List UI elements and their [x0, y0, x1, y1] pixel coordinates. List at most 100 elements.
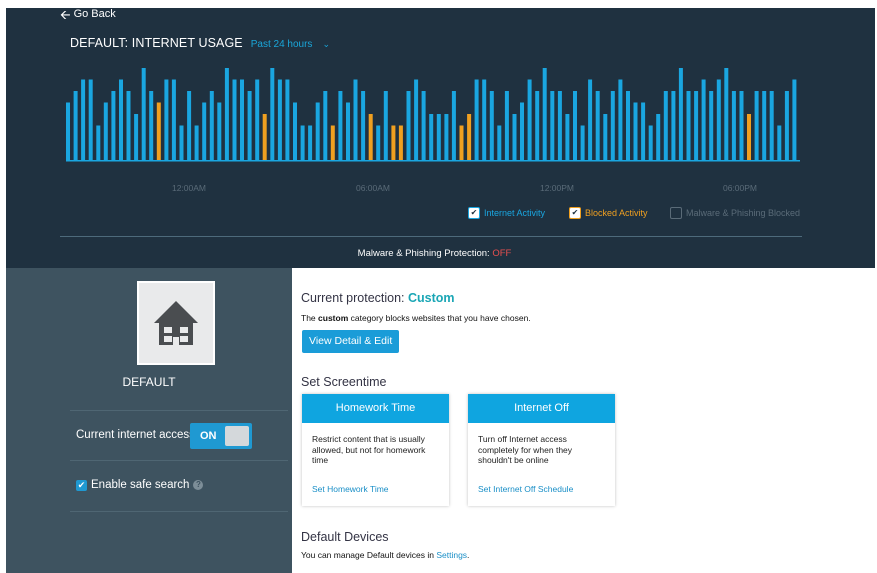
internet-activity-bar — [232, 79, 237, 160]
set-internet-off-schedule-link[interactable]: Set Internet Off Schedule — [478, 484, 573, 494]
internet-activity-bar — [535, 91, 540, 160]
protection-heading-label: Current protection: — [301, 291, 405, 305]
internet-activity-bar — [179, 125, 184, 160]
toggle-knob — [225, 426, 249, 446]
x-tick-label: 12:00PM — [539, 183, 575, 193]
internet-activity-bar — [656, 114, 661, 160]
internet-activity-bar — [164, 79, 169, 160]
internet-activity-bar — [308, 125, 313, 160]
desc-bold: custom — [318, 313, 349, 323]
help-icon[interactable]: ? — [193, 480, 204, 490]
malware-label: Malware & Phishing Protection: — [357, 248, 490, 259]
internet-activity-bar — [641, 102, 646, 160]
x-tick-label: 12:00AM — [171, 183, 207, 193]
x-tick-label: 06:00PM — [722, 183, 758, 193]
internet-activity-bar — [678, 68, 683, 160]
internet-activity-bar — [429, 114, 434, 160]
card-title: Internet Off — [468, 394, 615, 423]
internet-activity-bar — [520, 102, 524, 160]
internet-activity-bar — [414, 79, 419, 160]
safe-search-checkbox[interactable]: ✔ Enable safe search ? — [76, 479, 204, 491]
internet-activity-bar — [557, 91, 562, 160]
internet-off-card: Internet Off Turn off Internet access co… — [468, 394, 615, 506]
internet-activity-bar — [777, 125, 782, 160]
checkbox-checked-icon: ✔ — [76, 479, 87, 491]
internet-activity-bar — [648, 125, 653, 160]
legend-blocked-activity[interactable]: ✔ Blocked Activity — [569, 207, 648, 219]
internet-activity-bar — [792, 79, 797, 160]
internet-activity-bar — [96, 125, 101, 160]
malware-status-value: OFF — [492, 248, 512, 259]
checkbox-checked-icon: ✔ — [468, 207, 480, 219]
internet-activity-bar — [573, 91, 577, 160]
internet-activity-bar — [171, 79, 176, 160]
internet-activity-bar — [762, 91, 767, 160]
internet-activity-bar — [626, 91, 630, 160]
internet-activity-bar — [353, 79, 358, 160]
desc-text: . — [467, 550, 470, 560]
internet-activity-bar — [724, 68, 729, 160]
view-detail-edit-button[interactable]: View Detail & Edit — [302, 330, 400, 353]
internet-activity-bar — [663, 91, 668, 160]
avatar — [137, 281, 215, 365]
screentime-heading: Set Screentime — [301, 375, 387, 389]
blocked-activity-bar — [330, 125, 335, 160]
internet-activity-bar — [209, 91, 214, 160]
internet-activity-bar — [784, 91, 789, 160]
internet-activity-bar — [754, 91, 759, 160]
desc-text: You can manage Default devices in — [301, 550, 434, 560]
blocked-activity-bar — [747, 114, 751, 160]
checkbox-checked-icon: ✔ — [569, 207, 581, 219]
desc-text: The — [301, 313, 316, 323]
blocked-activity-bar — [262, 114, 267, 160]
internet-activity-bar — [315, 102, 320, 160]
internet-activity-bar — [134, 114, 139, 160]
internet-activity-bar — [550, 91, 555, 160]
settings-link[interactable]: Settings — [436, 550, 467, 560]
internet-activity-bar — [482, 79, 487, 160]
card-description: Restrict content that is usually allowed… — [312, 434, 426, 465]
legend-label: Blocked Activity — [585, 208, 648, 218]
internet-activity-bar — [217, 102, 222, 160]
internet-activity-bar — [436, 114, 441, 160]
internet-activity-bar — [512, 114, 517, 160]
access-label: Current internet access — [76, 429, 195, 441]
protection-description: The custom category blocks websites that… — [301, 313, 531, 323]
internet-activity-bar — [716, 79, 721, 160]
internet-activity-bar — [565, 114, 570, 160]
internet-activity-bar — [686, 91, 691, 160]
internet-activity-bar — [701, 79, 706, 160]
internet-activity-bar — [66, 102, 70, 160]
divider — [70, 410, 288, 411]
legend-malware-blocked[interactable]: Malware & Phishing Blocked — [670, 207, 800, 219]
internet-activity-bar — [739, 91, 744, 160]
internet-activity-bar — [103, 102, 108, 160]
internet-activity-bar — [580, 125, 585, 160]
internet-access-toggle[interactable]: ON — [190, 423, 252, 449]
checkbox-unchecked-icon — [670, 207, 682, 219]
set-homework-time-link[interactable]: Set Homework Time — [312, 484, 389, 494]
card-description: Turn off Internet access completely for … — [478, 434, 573, 465]
profile-name: DEFAULT — [122, 375, 176, 389]
internet-activity-bar — [187, 91, 192, 160]
internet-activity-bar — [141, 68, 146, 160]
internet-activity-bar — [769, 91, 774, 160]
blocked-activity-bar — [459, 125, 464, 160]
homework-time-card: Homework Time Restrict content that is u… — [302, 394, 449, 506]
x-tick-label: 06:00AM — [355, 183, 391, 193]
divider — [70, 511, 288, 512]
internet-activity-bar — [300, 125, 305, 160]
house-icon — [154, 301, 198, 345]
x-axis-line — [66, 160, 800, 162]
internet-activity-bar — [277, 79, 282, 160]
internet-activity-bar — [451, 91, 456, 160]
internet-activity-bar — [406, 91, 411, 160]
safe-search-label: Enable safe search — [91, 479, 190, 491]
card-title: Homework Time — [302, 394, 449, 423]
internet-activity-bar — [293, 102, 297, 160]
internet-activity-bar — [694, 91, 699, 160]
internet-activity-bar — [618, 79, 623, 160]
internet-activity-bar — [255, 79, 260, 160]
legend-internet-activity[interactable]: ✔ Internet Activity — [468, 207, 545, 219]
internet-activity-bar — [709, 91, 714, 160]
